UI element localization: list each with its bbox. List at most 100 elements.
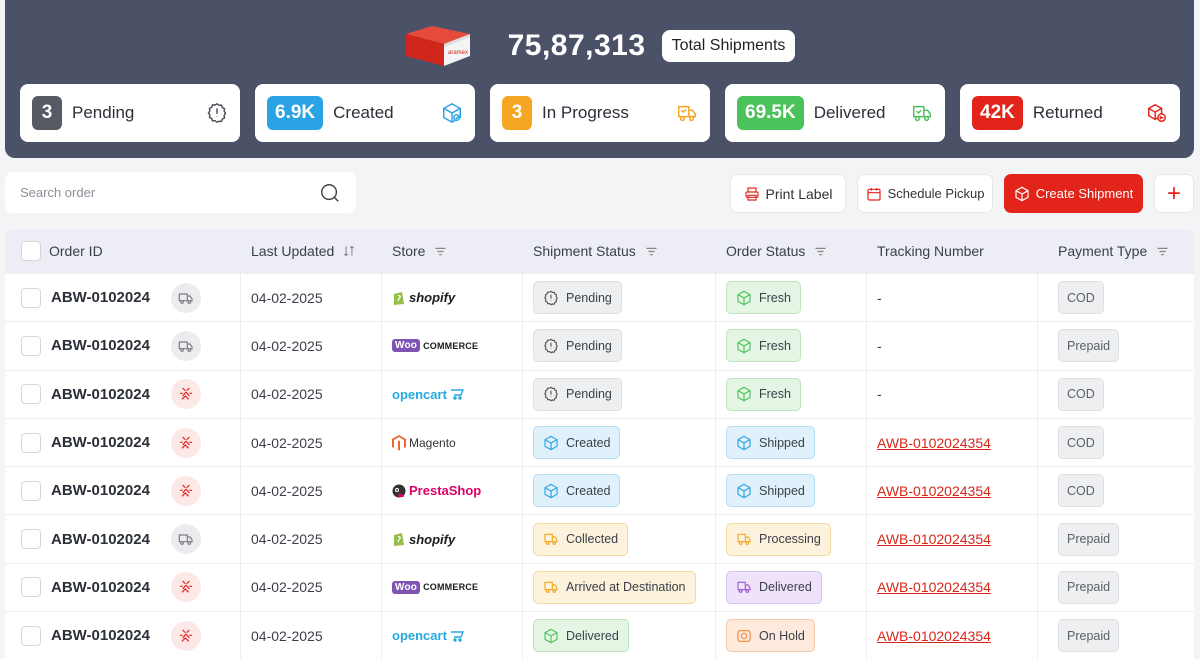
last-updated: 04-02-2025 (251, 386, 323, 403)
truck-check-icon (736, 290, 752, 306)
col-label: Store (392, 243, 426, 259)
filter-icon[interactable] (644, 244, 659, 259)
last-updated: 04-02-2025 (251, 482, 323, 499)
order-id-cell: ABW-0102024 (5, 322, 241, 370)
col-tracking-number: Tracking Number (867, 229, 1038, 273)
row-checkbox[interactable] (21, 625, 41, 646)
col-payment-type[interactable]: Payment Type (1038, 229, 1194, 273)
col-order-id[interactable]: Order ID (5, 229, 241, 273)
order-id-cell: ABW-0102024 (5, 612, 241, 659)
tracking-number-cell: - (867, 274, 1038, 322)
sort-icon[interactable] (342, 244, 356, 258)
col-order-status[interactable]: Order Status (716, 229, 867, 273)
last-updated-cell: 04-02-2025 (241, 467, 382, 515)
orders-table: Order ID Last Updated Store Shipment Sta… (5, 229, 1194, 659)
truck-icon[interactable] (171, 282, 201, 313)
table-row[interactable]: ABW-0102024 04-02-2025 Woo COMMERCE Arrived … (5, 562, 1194, 612)
order-id[interactable]: ABW-0102024 (51, 482, 165, 499)
stat-in-progress[interactable]: 3 In Progress (490, 84, 710, 142)
shipment-status-chip: Arrived at Destination (533, 570, 696, 604)
tracking-number[interactable]: AWB-0102024354 (877, 483, 991, 499)
last-updated: 04-02-2025 (251, 289, 323, 306)
row-checkbox[interactable] (21, 577, 41, 598)
create-shipment-button[interactable]: Create Shipment (1004, 174, 1143, 213)
stat-returned[interactable]: 42K Returned (960, 84, 1180, 142)
payment-type-cell: COD (1038, 274, 1194, 321)
cancel-shipment-icon[interactable] (171, 620, 201, 651)
table-row[interactable]: ABW-0102024 04-02-2025 opencart Pending Fres… (5, 369, 1194, 418)
table-row[interactable]: ABW-0102024 04-02-2025 Woo COMMERCE Pending F… (5, 321, 1194, 370)
order-status-cell: Fresh (716, 322, 867, 370)
store-logo-opencart: opencart (392, 628, 466, 643)
order-status-label: On Hold (759, 628, 805, 643)
order-id[interactable]: ABW-0102024 (51, 337, 165, 354)
truck-icon[interactable] (171, 524, 201, 555)
shipment-status-label: Pending (566, 290, 612, 305)
table-row[interactable]: ABW-0102024 04-02-2025 shopify Collected Pro… (5, 514, 1194, 563)
col-label: Payment Type (1058, 243, 1148, 259)
cancel-shipment-icon[interactable] (171, 379, 201, 410)
col-store[interactable]: Store (382, 229, 523, 273)
search-placeholder: Search order (20, 185, 96, 200)
filter-icon[interactable] (1155, 244, 1170, 259)
shipment-status-label: Created (566, 435, 611, 450)
last-updated-cell: 04-02-2025 (241, 612, 382, 659)
order-id[interactable]: ABW-0102024 (51, 579, 165, 596)
row-checkbox[interactable] (21, 287, 41, 308)
table-row[interactable]: ABW-0102024 04-02-2025 opencart Delivered On… (5, 611, 1194, 659)
order-status-label: Fresh (759, 290, 791, 305)
table-row[interactable]: ABW-0102024 04-02-2025 shopify Pending Fresh… (5, 273, 1194, 322)
create-shipment-text: Create Shipment (1035, 186, 1134, 201)
tracking-number[interactable]: AWB-0102024354 (877, 531, 991, 547)
order-id[interactable]: ABW-0102024 (51, 627, 165, 644)
truck-check-icon (913, 105, 931, 122)
order-id[interactable]: ABW-0102024 (51, 434, 165, 451)
row-checkbox[interactable] (21, 384, 41, 405)
tracking-number: - (877, 337, 882, 354)
summary-panel: aramex 75,87,313 Total Shipments 3 Pendi… (5, 0, 1194, 158)
row-checkbox[interactable] (21, 529, 41, 550)
table-row[interactable]: ABW-0102024 04-02-2025 PrestaShop Created Sh… (5, 466, 1194, 515)
table-row[interactable]: ABW-0102024 04-02-2025 Magento Created Shipp… (5, 417, 1194, 467)
filter-icon[interactable] (433, 244, 448, 259)
tracking-number[interactable]: AWB-0102024354 (877, 628, 991, 644)
order-id[interactable]: ABW-0102024 (51, 289, 165, 306)
col-last-updated[interactable]: Last Updated (241, 229, 382, 273)
order-status-label: Delivered (759, 580, 812, 595)
cancel-shipment-icon[interactable] (171, 475, 201, 506)
tracking-number[interactable]: AWB-0102024354 (877, 435, 991, 451)
row-checkbox[interactable] (21, 432, 41, 453)
tracking-number[interactable]: AWB-0102024354 (877, 579, 991, 595)
cancel-shipment-icon[interactable] (171, 572, 201, 603)
shipment-status-label: Pending (566, 387, 612, 402)
col-shipment-status[interactable]: Shipment Status (523, 229, 716, 273)
order-status-label: Fresh (759, 387, 791, 402)
truck-icon[interactable] (171, 330, 201, 361)
print-label-button[interactable]: Print Label (730, 174, 846, 213)
stat-pending[interactable]: 3 Pending (20, 84, 240, 142)
search-icon[interactable] (319, 182, 341, 204)
stat-label: Created (333, 103, 394, 122)
filter-icon[interactable] (813, 244, 828, 259)
schedule-pickup-button[interactable]: Schedule Pickup (857, 174, 993, 213)
shipment-status-chip: Delivered (533, 619, 629, 653)
order-status-cell: Fresh (716, 370, 867, 418)
order-status-chip: Processing (726, 522, 831, 556)
search-input[interactable]: Search order (5, 172, 356, 213)
stat-delivered[interactable]: 69.5K Delivered (725, 84, 945, 142)
select-all-checkbox[interactable] (21, 241, 41, 261)
row-checkbox[interactable] (21, 335, 41, 356)
add-button[interactable]: + (1154, 174, 1194, 213)
order-status-label: Processing (759, 532, 821, 547)
total-shipments-value: 75,87,313 (507, 29, 646, 62)
stat-created[interactable]: 6.9K Created (255, 84, 475, 142)
truck-icon (543, 531, 559, 547)
stat-label: Delivered (813, 103, 886, 122)
order-id[interactable]: ABW-0102024 (51, 531, 165, 548)
shipment-status-label: Created (566, 483, 611, 498)
order-id[interactable]: ABW-0102024 (51, 386, 165, 403)
payment-type-badge: Prepaid (1058, 522, 1120, 556)
tracking-number-cell: AWB-0102024354 (867, 515, 1038, 563)
cancel-shipment-icon[interactable] (171, 427, 201, 458)
row-checkbox[interactable] (21, 480, 41, 501)
